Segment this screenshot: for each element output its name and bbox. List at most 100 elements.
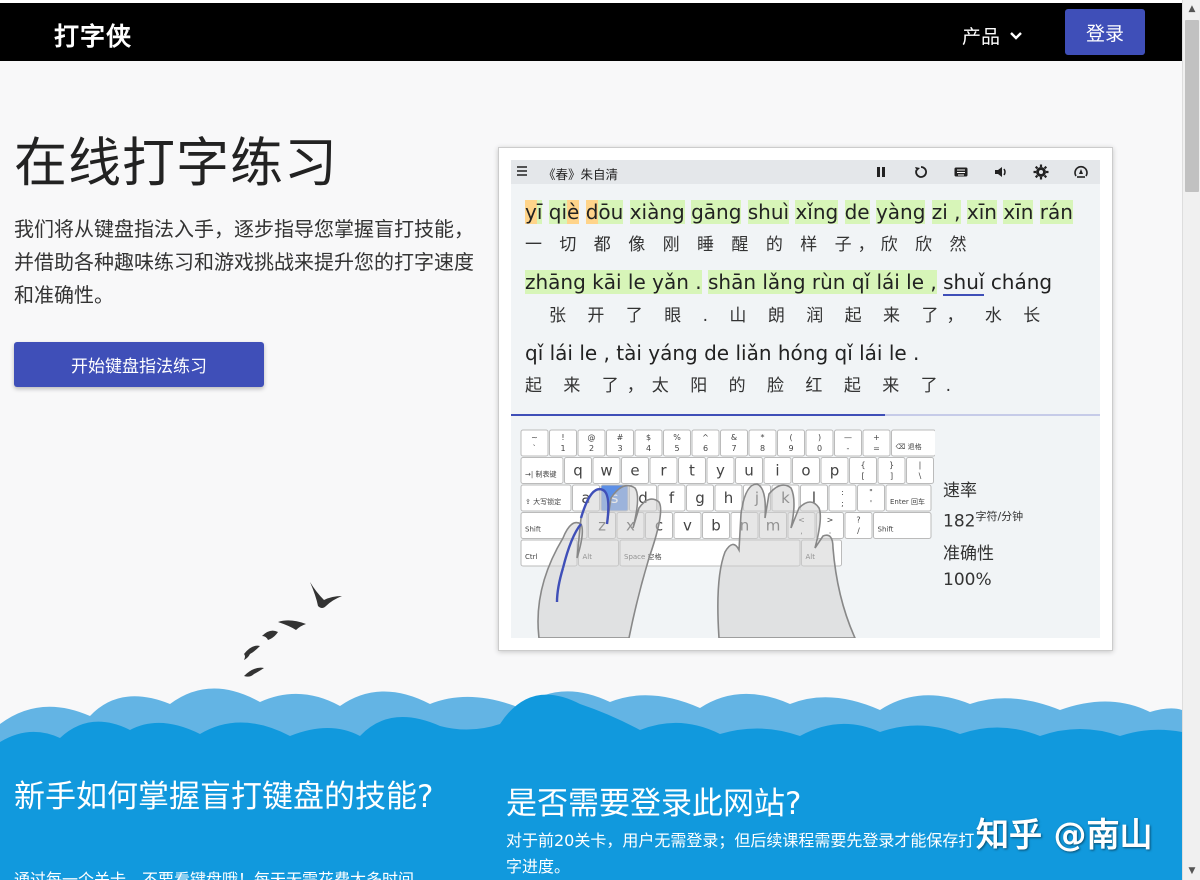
svg-text:[: [	[861, 472, 864, 481]
page-scrollbar[interactable]: ▲ ▼	[1182, 0, 1200, 880]
key-`: ~`	[520, 429, 549, 457]
typed-syllable: ōu	[598, 200, 624, 224]
key-f: f	[657, 484, 686, 512]
svg-text:1: 1	[560, 444, 565, 453]
svg-text:→| 制表键: →| 制表键	[525, 470, 556, 479]
key-shift-right: Shift	[873, 512, 932, 539]
hero-description: 我们将从键盘指法入手，逐步指导您掌握盲打技能，并借助各种趣味练习和游戏挑战来提升…	[14, 217, 474, 307]
speed-unit: 字符/分钟	[975, 510, 1024, 523]
svg-text:}: }	[889, 461, 894, 470]
speed-readout: 182字符/分钟	[943, 504, 1023, 535]
typed-syllable: shuì	[747, 200, 790, 224]
lesson-title: 《春》朱自清	[543, 167, 619, 182]
svg-text:2: 2	[589, 444, 594, 453]
svg-text:y: y	[716, 462, 725, 480]
key-4: $4	[634, 429, 663, 457]
product-menu-label: 产品	[962, 26, 1001, 48]
key--: —-	[834, 429, 862, 457]
svg-text:&: &	[731, 433, 737, 442]
product-menu[interactable]: 产品	[962, 22, 1024, 49]
scroll-thumb[interactable]	[1185, 20, 1199, 192]
pinyin-line-3: qǐ lái le , tài yáng de liǎn hóng qǐ lái…	[525, 341, 920, 365]
key-w: w	[592, 457, 621, 484]
virtual-keyboard: ~`!1@2#3$4%5^6&7*8(9)0—-+= ⌫ 退格→| 制表键 q w e r…	[520, 429, 935, 638]
key-': "'	[857, 484, 885, 512]
svg-text:]: ]	[890, 472, 893, 481]
svg-text:): )	[818, 433, 821, 442]
menu-icon[interactable]	[515, 164, 529, 178]
typing-demo-screen: 《春》朱自清 yī qiè dōu xiàng gāng shuì xǐng d…	[511, 160, 1100, 638]
svg-text:\: \	[919, 472, 922, 481]
key-tab: →| 制表键	[520, 457, 564, 484]
svg-text:;: ;	[841, 499, 844, 508]
svg-text:t: t	[689, 462, 695, 480]
typed-syllable: qi	[548, 200, 568, 224]
typed-char: è	[567, 200, 580, 224]
typed-char: ī	[536, 200, 543, 224]
key-/: ?/	[844, 512, 873, 539]
svg-text:$: $	[646, 433, 651, 442]
brand-logo[interactable]: 打字侠	[54, 17, 132, 53]
typed-syllable: xǐng	[795, 200, 839, 224]
faq-question-2: 是否需要登录此网站?	[506, 786, 802, 822]
typed-syllable: xiàng	[629, 200, 685, 224]
key-i: i	[763, 457, 792, 484]
svg-text:>: >	[827, 516, 834, 525]
key-o: o	[792, 457, 820, 484]
start-practice-button[interactable]: 开始键盘指法练习	[14, 342, 264, 387]
keyboard-icon[interactable]	[953, 164, 969, 180]
svg-text:^: ^	[702, 433, 709, 442]
demo-toolbar: 《春》朱自清	[511, 160, 1100, 184]
svg-text:b: b	[711, 517, 721, 535]
key-8: *8	[748, 429, 777, 457]
svg-text:(: (	[789, 433, 792, 442]
svg-text:p: p	[830, 462, 840, 480]
typed-syllable: zhāng kāi le yǎn .	[525, 270, 702, 294]
svg-text:{: {	[860, 461, 865, 470]
key-q: q	[564, 457, 592, 484]
svg-text:!: !	[561, 433, 564, 442]
settings-icon[interactable]	[1033, 164, 1049, 180]
faq-answer-2: 对于前20关卡，用户无需登录；但后续课程需要先登录才能保存打字进度。	[506, 831, 975, 876]
svg-text:%: %	[673, 433, 681, 442]
typed-char: y	[525, 200, 537, 224]
svg-text:f: f	[669, 489, 675, 507]
svg-text:Shift: Shift	[878, 526, 894, 534]
pending-syllable: cháng	[990, 270, 1053, 294]
pause-icon[interactable]	[873, 164, 889, 180]
fullscreen-icon[interactable]	[1073, 164, 1089, 180]
svg-text:/: /	[857, 527, 860, 536]
key-7: &7	[720, 429, 748, 457]
chevron-down-icon	[1010, 31, 1022, 40]
svg-text:`: `	[533, 443, 537, 453]
svg-text:3: 3	[617, 444, 622, 453]
svg-text:w: w	[600, 462, 612, 480]
svg-text:.: .	[829, 527, 832, 536]
svg-text:?: ?	[856, 516, 860, 525]
svg-text:e: e	[630, 462, 639, 480]
typed-char: d	[585, 200, 599, 224]
key-2: @2	[577, 429, 606, 457]
key-u: u	[735, 457, 763, 484]
key-e: e	[621, 457, 649, 484]
login-button[interactable]: 登录	[1065, 9, 1145, 55]
key-1: !1	[549, 429, 577, 457]
svg-text:#: #	[617, 433, 624, 442]
pinyin-line-1: yī qiè dōu xiàng gāng shuì xǐng de yàng …	[525, 200, 1073, 224]
svg-text:*: *	[761, 433, 765, 442]
top-nav: 打字侠 产品 登录	[0, 0, 1182, 61]
key-]: }]	[877, 457, 906, 484]
hanzi-line-3: 起 来 了，太 阳 的 脸 红 起 来 了.	[525, 376, 960, 396]
accuracy-value: 100%	[943, 569, 992, 590]
scroll-down-arrow-icon[interactable]: ▼	[1186, 866, 1198, 876]
typed-syllable: rán	[1039, 200, 1073, 224]
key-y: y	[706, 457, 735, 484]
typed-syllable: gāng	[691, 200, 742, 224]
svg-text:~: ~	[531, 433, 538, 442]
svg-text:8: 8	[760, 444, 765, 453]
scroll-up-arrow-icon[interactable]: ▲	[1186, 4, 1198, 14]
typed-syllable: xīn	[966, 200, 997, 224]
volume-icon[interactable]	[993, 164, 1009, 180]
stats-panel: 速率 182字符/分钟 准确性 100%	[943, 478, 1023, 593]
restart-icon[interactable]	[913, 164, 929, 180]
